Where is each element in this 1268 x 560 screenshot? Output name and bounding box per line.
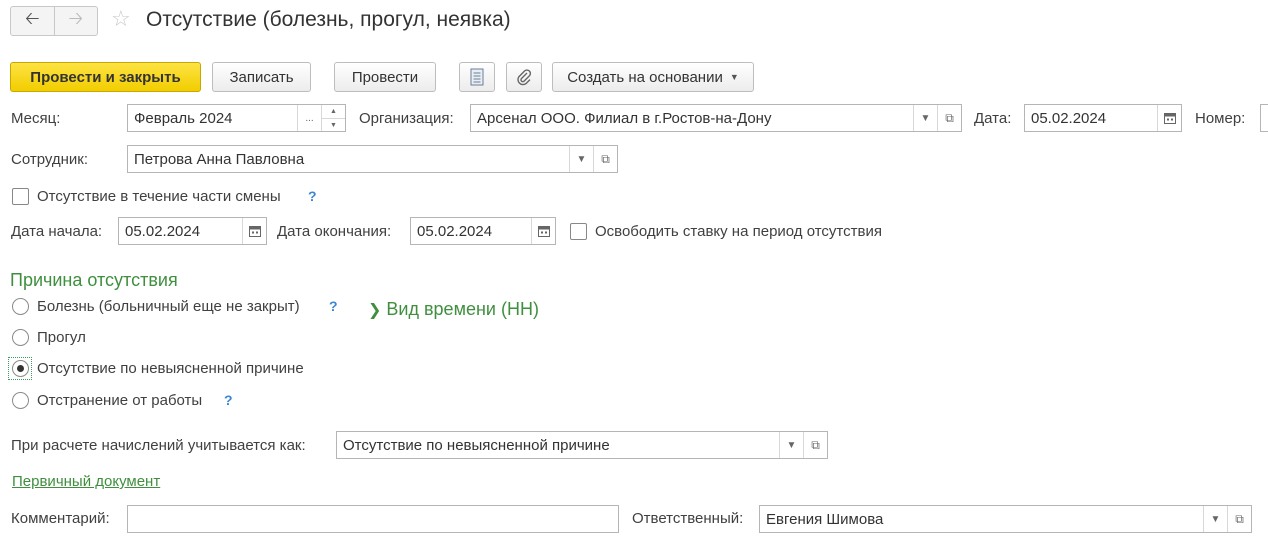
- select-ellipsis-icon[interactable]: ...: [297, 105, 321, 131]
- reason-section-title: Причина отсутствия: [10, 270, 178, 290]
- post-button[interactable]: Провести: [334, 62, 436, 92]
- reason-option-label: Болезнь (больничный еще не закрыт): [37, 298, 300, 315]
- navigation-buttons: 🡠 🡢: [10, 6, 98, 36]
- date-start-value: 05.02.2024: [125, 222, 201, 240]
- calendar-icon[interactable]: [531, 218, 555, 244]
- chevron-right-icon: ❯: [368, 302, 382, 319]
- date-end-label: Дата окончания:: [277, 223, 392, 240]
- month-label: Месяц:: [11, 110, 61, 127]
- date-start-label: Дата начала:: [11, 223, 103, 240]
- date-end-value: 05.02.2024: [417, 222, 493, 240]
- post-and-close-button[interactable]: Провести и закрыть: [10, 62, 201, 92]
- responsible-value: Евгения Шимова: [766, 510, 884, 528]
- accrual-field[interactable]: Отсутствие по невыясненной причине ▼ ⧉: [336, 431, 828, 459]
- calendar-icon[interactable]: [1157, 105, 1181, 131]
- open-window-icon[interactable]: ⧉: [593, 146, 617, 172]
- employee-value: Петрова Анна Павловна: [134, 150, 305, 168]
- reason-radio-truancy[interactable]: [12, 329, 29, 346]
- part-shift-label: Отсутствие в течение части смены: [37, 188, 281, 205]
- date-label: Дата:: [974, 110, 1012, 127]
- chevron-down-icon[interactable]: ▼: [569, 146, 593, 172]
- reason-radio-unknown[interactable]: [12, 360, 29, 377]
- number-field[interactable]: [1260, 104, 1268, 132]
- month-value: Февраль 2024: [134, 109, 233, 127]
- chevron-down-icon[interactable]: ▼: [913, 105, 937, 131]
- create-based-on-label: Создать на основании: [567, 68, 723, 86]
- star-icon[interactable]: ☆: [111, 6, 131, 32]
- paperclip-icon[interactable]: [506, 62, 542, 92]
- arrow-left-icon[interactable]: 🡠: [11, 7, 54, 35]
- number-value: [1261, 105, 1268, 131]
- help-icon[interactable]: ?: [308, 188, 317, 204]
- employee-field[interactable]: Петрова Анна Павловна ▼ ⧉: [127, 145, 618, 173]
- time-type-link[interactable]: ❯ Вид времени (НН): [368, 299, 539, 320]
- number-label: Номер:: [1195, 110, 1246, 127]
- time-type-label: Вид времени (НН): [386, 299, 539, 319]
- accrual-value: Отсутствие по невыясненной причине: [343, 436, 610, 454]
- reason-radio-illness[interactable]: [12, 298, 29, 315]
- chevron-down-icon: ▼: [729, 72, 739, 82]
- reason-option-label: Отсутствие по невыясненной причине: [37, 360, 304, 377]
- chevron-down-icon[interactable]: ▼: [1203, 506, 1227, 532]
- reason-option-label: Отстранение от работы: [37, 392, 203, 409]
- open-window-icon[interactable]: ⧉: [937, 105, 961, 131]
- date-value: 05.02.2024: [1031, 109, 1107, 127]
- comment-value: [128, 506, 618, 532]
- report-icon[interactable]: [459, 62, 495, 92]
- open-window-icon[interactable]: ⧉: [1227, 506, 1251, 532]
- responsible-label: Ответственный:: [632, 510, 744, 527]
- part-shift-checkbox[interactable]: [12, 188, 29, 205]
- arrow-right-icon[interactable]: 🡢: [53, 7, 98, 35]
- reason-radio-suspension[interactable]: [12, 392, 29, 409]
- calendar-icon[interactable]: [242, 218, 266, 244]
- help-icon[interactable]: ?: [224, 392, 233, 408]
- primary-document-link[interactable]: Первичный документ: [12, 473, 160, 490]
- date-field[interactable]: 05.02.2024: [1024, 104, 1182, 132]
- create-based-on-button[interactable]: Создать на основании ▼: [552, 62, 754, 92]
- accrual-label: При расчете начислений учитывается как:: [11, 437, 306, 454]
- month-field[interactable]: Февраль 2024 ... ▲ ▼: [127, 104, 346, 132]
- organization-value: Арсенал ООО. Филиал в г.Ростов-на-Дону: [477, 109, 772, 127]
- date-end-field[interactable]: 05.02.2024: [410, 217, 556, 245]
- comment-field[interactable]: [127, 505, 619, 533]
- chevron-down-icon[interactable]: ▼: [779, 432, 803, 458]
- employee-label: Сотрудник:: [11, 151, 89, 168]
- comment-label: Комментарий:: [11, 510, 110, 527]
- responsible-field[interactable]: Евгения Шимова ▼ ⧉: [759, 505, 1252, 533]
- reason-option-label: Прогул: [37, 329, 86, 346]
- organization-label: Организация:: [359, 110, 454, 127]
- save-button[interactable]: Записать: [212, 62, 311, 92]
- release-rate-checkbox[interactable]: [570, 223, 587, 240]
- month-stepper[interactable]: ▲ ▼: [321, 105, 345, 131]
- release-rate-label: Освободить ставку на период отсутствия: [595, 223, 882, 240]
- organization-field[interactable]: Арсенал ООО. Филиал в г.Ростов-на-Дону ▼…: [470, 104, 962, 132]
- open-window-icon[interactable]: ⧉: [803, 432, 827, 458]
- help-icon[interactable]: ?: [329, 298, 338, 314]
- date-start-field[interactable]: 05.02.2024: [118, 217, 267, 245]
- page-title: Отсутствие (болезнь, прогул, неявка): [146, 8, 511, 31]
